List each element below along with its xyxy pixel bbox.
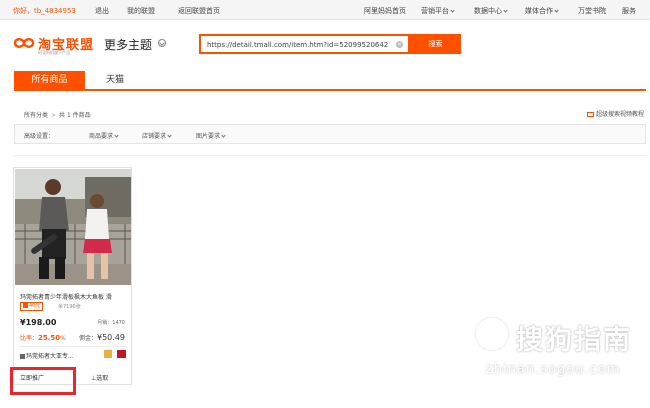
top-bar: 你好，tb_4834953 退出 我的联盟 返回联盟首页 阿里妈妈首页 营销平台…: [0, 0, 650, 20]
search-box: ×: [199, 34, 410, 54]
shop-icon: [20, 354, 25, 359]
tab-all-products[interactable]: 所有商品: [14, 71, 85, 89]
nav-data-center[interactable]: 数据中心: [474, 6, 508, 16]
gold-seller-icon: [104, 350, 112, 358]
card-divider: [19, 346, 127, 347]
chevron-down-icon: [221, 133, 226, 138]
back-home-link[interactable]: 返回联盟首页: [178, 6, 220, 16]
chevron-down-circle-icon[interactable]: [158, 39, 166, 47]
chevron-down-icon: [167, 133, 172, 138]
pick-label: 选取: [96, 375, 109, 382]
result-count: 共 1 件商品: [59, 112, 91, 119]
filter-shop-requirements[interactable]: 店铺要求: [142, 131, 172, 140]
chevron-down-icon: [554, 8, 559, 13]
nav-media[interactable]: 媒体合作: [525, 6, 559, 16]
shop-label: 玛莞拓者大亚专...: [26, 353, 74, 360]
coupon-badge: 40元: [20, 302, 44, 311]
product-card: 玛莞拓者青少年滑板枫木大鱼板 滑 40元 余7190张 ¥198.00 月销：1…: [13, 167, 132, 385]
nav-media-label: 媒体合作: [525, 7, 553, 15]
nav-service[interactable]: 服务: [622, 6, 636, 16]
nav-data-center-label: 数据中心: [474, 7, 502, 15]
nav-marketing-label: 营销平台: [421, 7, 449, 15]
monthly-sales: 月销：1470: [97, 320, 125, 326]
divider: [14, 155, 646, 156]
logo-subtitle: 阿里妈妈旗下产品: [38, 50, 70, 55]
tmall-icon: [117, 350, 126, 358]
user-greeting[interactable]: 你好，tb_4834953: [13, 6, 76, 16]
filter-row: 高级设置： 商品要求 店铺要求 图片要求: [14, 124, 646, 144]
ratio-unit: %: [60, 335, 66, 342]
filter-product-label: 商品要求: [89, 133, 114, 140]
video-tutorial-link[interactable]: 超级搜索视频教程: [586, 109, 644, 118]
product-title[interactable]: 玛莞拓者青少年滑板枫木大鱼板 滑: [20, 292, 128, 301]
logout-link[interactable]: 退出: [95, 6, 109, 16]
nav-marketing[interactable]: 营销平台: [421, 6, 455, 16]
commission-amount: 佣金：¥50.49: [79, 333, 125, 342]
my-union-link[interactable]: 我的联盟: [127, 6, 155, 16]
more-topics-link[interactable]: 更多主题: [104, 36, 152, 53]
commission-label: 佣金：: [78, 335, 97, 342]
shop-name[interactable]: 玛莞拓者大亚专...: [20, 351, 74, 360]
product-price: ¥198.00: [20, 318, 57, 327]
chevron-down-icon: [503, 8, 508, 13]
filter-image-requirements[interactable]: 图片要求: [196, 131, 226, 140]
commission-value: ¥50.49: [97, 333, 125, 342]
ratio-value: 25.50: [38, 334, 61, 342]
nav-academy[interactable]: 万堂书院: [578, 6, 606, 16]
tab-tmall[interactable]: 天猫: [100, 71, 130, 89]
filter-label: 高级设置：: [24, 133, 55, 140]
filter-shop-label: 店铺要求: [142, 133, 167, 140]
coupon-remaining: 余7190张: [58, 304, 81, 310]
filter-product-requirements[interactable]: 商品要求: [89, 131, 119, 140]
coupon-value: 40元: [29, 303, 41, 309]
breadcrumb-root[interactable]: 所有分类: [24, 112, 48, 119]
chevron-down-icon: [114, 133, 119, 138]
chevron-down-icon: [450, 8, 455, 13]
watermark: 搜狗指南 zhinan.sogou.com: [476, 318, 646, 388]
video-icon: [586, 112, 594, 117]
watermark-text: 搜狗指南: [516, 325, 632, 356]
breadcrumb-separator-icon: >: [51, 112, 57, 119]
breadcrumb: 所有分类 > 共 1 件商品: [24, 110, 91, 119]
site-logo[interactable]: 淘宝联盟 阿里妈妈旗下产品: [13, 32, 93, 58]
filter-image-label: 图片要求: [196, 133, 221, 140]
highlight-box: [10, 367, 76, 395]
sogou-logo-icon: [476, 318, 508, 350]
logo-mark-icon: [13, 38, 35, 48]
search-input[interactable]: [207, 39, 392, 51]
search-button[interactable]: 搜索: [410, 34, 461, 54]
tab-bar: 所有商品 天猫: [14, 71, 646, 91]
video-tutorial-label: 超级搜索视频教程: [595, 111, 644, 118]
ratio-label: 比率：: [20, 335, 39, 342]
clear-icon[interactable]: ×: [396, 41, 403, 48]
product-image[interactable]: [15, 169, 131, 285]
watermark-url: zhinan.sogou.com: [486, 362, 621, 377]
pick-button[interactable]: ⊥选取: [91, 373, 108, 382]
coupon-icon: [23, 303, 28, 308]
nav-alimama-home[interactable]: 阿里妈妈首页: [364, 6, 406, 16]
commission-ratio: 比率：25.50%: [20, 333, 66, 342]
